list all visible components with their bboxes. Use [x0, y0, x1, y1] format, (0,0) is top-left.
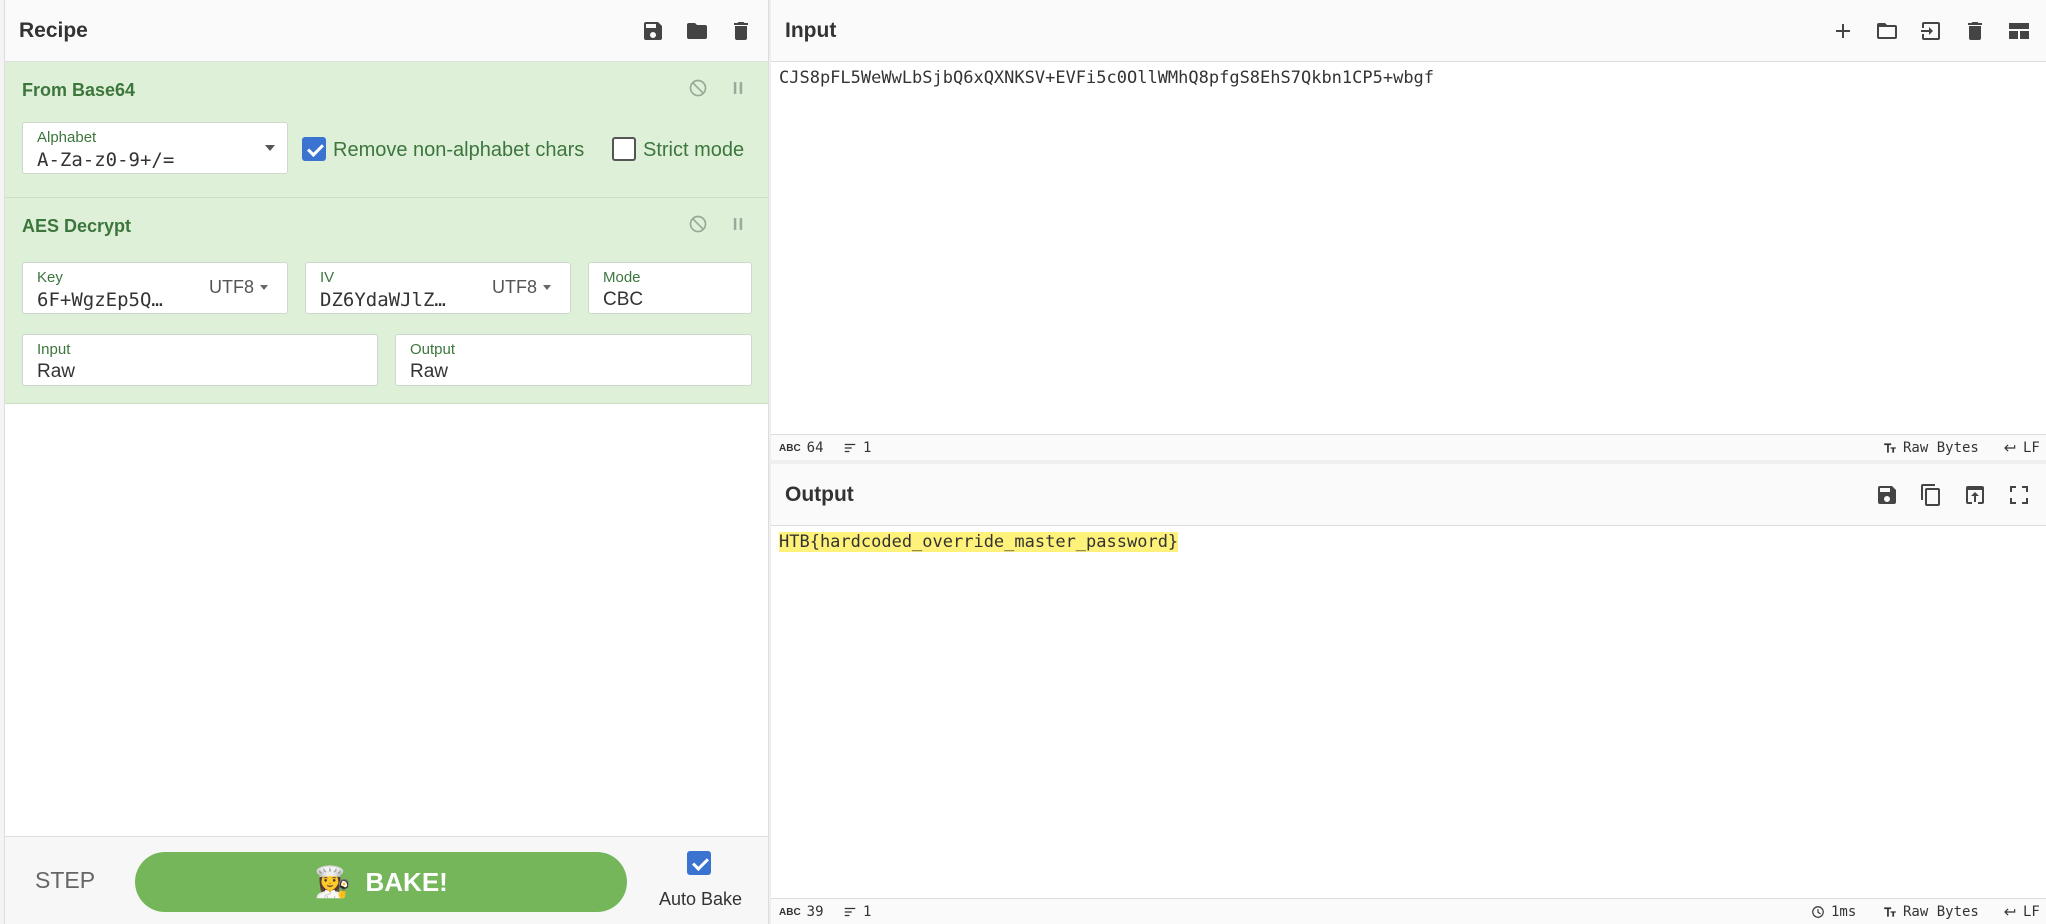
disable-operation-icon[interactable] [688, 78, 708, 98]
iv-encoding-value: UTF8 [492, 277, 537, 297]
add-tab-icon[interactable] [1830, 18, 1856, 44]
remove-non-alphabet-label: Remove non-alphabet chars [333, 139, 585, 161]
save-output-icon[interactable] [1874, 482, 1900, 508]
input-textarea[interactable]: CJS8pFL5WeWwLbSjbQ6xQXNKSV+EVFi5c0OllWMh… [779, 68, 1434, 88]
strict-mode-checkbox[interactable] [612, 137, 636, 161]
key-encoding-value: UTF8 [209, 277, 254, 297]
chef-icon: 👩‍🍳 [314, 865, 352, 899]
key-label: Key [37, 269, 63, 286]
text-format-icon [1884, 443, 1896, 453]
input-title: Input [785, 18, 837, 42]
disable-operation-icon[interactable] [688, 214, 708, 234]
input-eol[interactable]: LF [2003, 440, 2040, 456]
recipe-title: Recipe [19, 18, 88, 42]
input-format[interactable]: Raw Bytes [1883, 440, 1979, 456]
mode-select[interactable]: Mode CBC [588, 262, 752, 314]
auto-bake-label: Auto Bake [659, 889, 743, 909]
alphabet-value: A-Za-z0-9+/= [37, 149, 175, 171]
lines-icon [844, 443, 856, 453]
bake-label: BAKE! [365, 866, 448, 897]
mode-label: Mode [603, 269, 641, 286]
recipe-header: Recipe [5, 0, 768, 62]
open-file-icon[interactable] [1918, 18, 1944, 44]
bake-controls: STEP 👩‍🍳 BAKE! Auto Bake [5, 836, 768, 924]
recipe-pane: Recipe From Base64 Alphabet A-Za-z0-9+/=… [5, 0, 769, 924]
output-time: 1ms [1811, 904, 1856, 920]
copy-output-icon[interactable] [1918, 482, 1944, 508]
clear-recipe-icon[interactable] [728, 18, 754, 44]
return-icon [2004, 444, 2016, 452]
clock-icon [1812, 906, 1824, 918]
chevron-down-icon [260, 285, 268, 290]
output-format-value: Raw [410, 361, 449, 382]
replace-input-icon[interactable] [1962, 482, 1988, 508]
operation-title: From Base64 [22, 80, 136, 100]
key-encoding-dropdown[interactable]: UTF8 [209, 277, 268, 298]
return-icon [2004, 908, 2016, 916]
breakpoint-icon[interactable] [728, 214, 748, 234]
load-recipe-icon[interactable] [684, 18, 710, 44]
iv-label: IV [320, 269, 335, 286]
operation-aes-decrypt[interactable]: AES Decrypt Key 6F+WgzEp5Q… UTF8 IV DZ6Y… [5, 198, 768, 404]
output-length: ABC 39 [779, 904, 824, 920]
clear-input-icon[interactable] [1962, 18, 1988, 44]
alphabet-select[interactable]: Alphabet A-Za-z0-9+/= [22, 122, 288, 174]
input-format-label: Input [37, 341, 71, 358]
output-text: HTB{hardcoded_override_master_password} [779, 532, 1179, 552]
remove-non-alphabet-checkbox[interactable] [302, 137, 326, 161]
text-format-icon [1884, 907, 1896, 917]
output-status-bar: ABC 39 1 1ms Raw Bytes LF [771, 898, 2046, 924]
output-format[interactable]: Raw Bytes [1883, 904, 1979, 920]
iv-input[interactable]: DZ6YdaWJlZ… [320, 289, 460, 311]
iv-encoding-dropdown[interactable]: UTF8 [492, 277, 551, 298]
layout-icon[interactable] [2006, 18, 2032, 44]
input-format-value: Raw [37, 361, 76, 382]
input-format-select[interactable]: Input Raw [22, 334, 378, 386]
iv-field[interactable]: IV DZ6YdaWJlZ… UTF8 [305, 262, 571, 314]
auto-bake-checkbox[interactable] [687, 851, 711, 875]
output-title: Output [785, 482, 854, 506]
output-header: Output [771, 464, 2046, 526]
abc-icon: ABC [779, 442, 801, 454]
input-header: Input [771, 0, 2046, 62]
chevron-down-icon [543, 285, 551, 290]
output-format-label: Output [410, 341, 456, 358]
step-button[interactable]: STEP [35, 867, 95, 894]
output-eol[interactable]: LF [2003, 904, 2040, 920]
save-recipe-icon[interactable] [640, 18, 666, 44]
breakpoint-icon[interactable] [728, 78, 748, 98]
open-folder-icon[interactable] [1874, 18, 1900, 44]
abc-icon: ABC [779, 906, 801, 918]
mode-value: CBC [603, 289, 644, 310]
lines-icon [844, 907, 856, 917]
output-lines: 1 [843, 904, 871, 920]
output-format-select[interactable]: Output Raw [395, 334, 752, 386]
operation-from-base64[interactable]: From Base64 Alphabet A-Za-z0-9+/= Remove… [5, 62, 768, 198]
io-pane: Input CJS8pFL5WeWwLbSjbQ6xQXNKSV+EVFi5c0… [771, 0, 2046, 924]
input-status-bar: ABC 64 1 Raw Bytes LF [771, 434, 2046, 460]
chevron-down-icon [265, 145, 275, 151]
input-length: ABC 64 [779, 440, 824, 456]
strict-mode-label: Strict mode [643, 139, 745, 161]
key-input[interactable]: 6F+WgzEp5Q… [37, 289, 177, 311]
operation-title: AES Decrypt [22, 216, 132, 236]
key-field[interactable]: Key 6F+WgzEp5Q… UTF8 [22, 262, 288, 314]
input-lines: 1 [843, 440, 871, 456]
bake-button[interactable]: 👩‍🍳 BAKE! [135, 852, 627, 912]
alphabet-label: Alphabet [37, 129, 97, 146]
maximize-icon[interactable] [2006, 482, 2032, 508]
